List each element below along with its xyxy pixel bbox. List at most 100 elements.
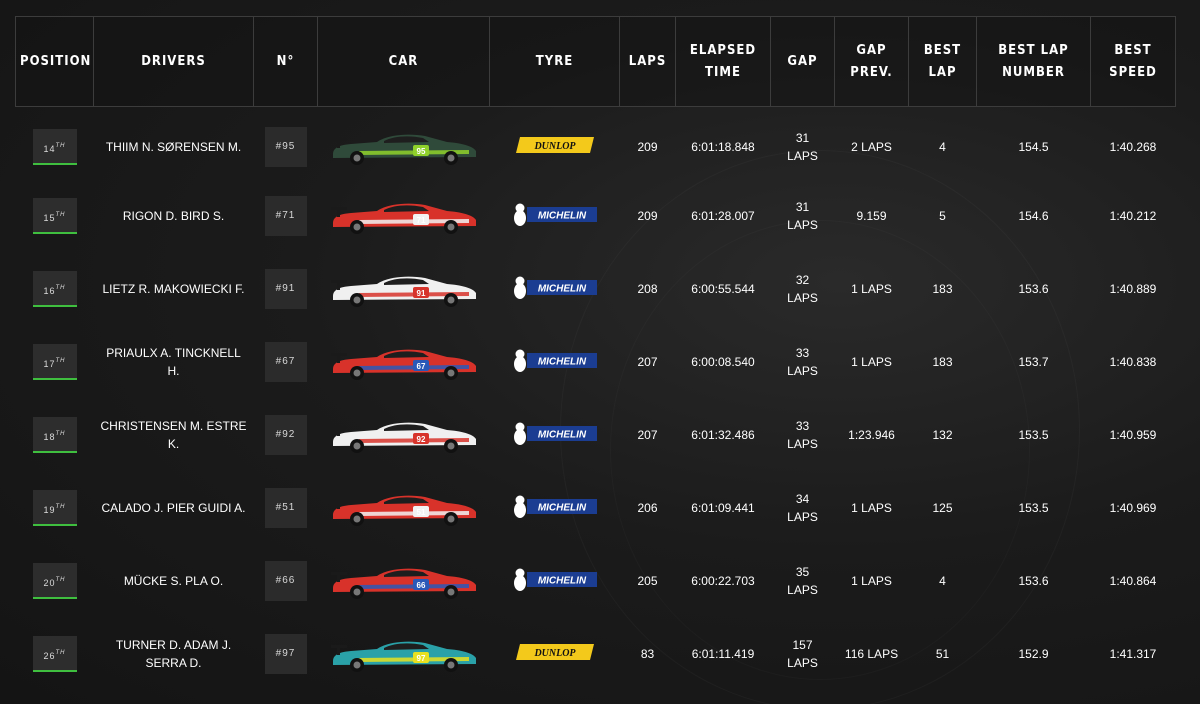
car-cell: 92 (318, 399, 490, 472)
best-lap-cell: 125 (932, 501, 953, 515)
svg-text:DUNLOP: DUNLOP (533, 648, 576, 659)
best-lap-number-cell: 154.6 (1018, 209, 1049, 223)
best-speed-cell: 1:40.969 (1109, 501, 1157, 515)
svg-text:MICHELIN: MICHELIN (537, 283, 586, 294)
position-badge: 19TH (32, 490, 77, 526)
gap-prev-cell: 1 LAPS (851, 501, 892, 515)
best-lap-number-cell: 153.7 (1018, 355, 1049, 369)
table-row[interactable]: 18TH CHRISTENSEN M. ESTRE K. #92 92 MICHELIN… (16, 399, 1176, 472)
best-lap-number-cell: 154.5 (1018, 140, 1049, 155)
table-row[interactable]: 26TH TURNER D. ADAM J. SERRA D. #97 97 DUNLO… (16, 618, 1176, 691)
car-cell: 91 (318, 253, 490, 326)
table-row[interactable]: 17TH PRIAULX A. TINCKNELL H. #67 67 MICHELIN… (16, 326, 1176, 399)
michelin-logo-icon: MICHELIN (513, 276, 597, 299)
header-gap-prev[interactable]: GAP PREV. (834, 16, 909, 107)
header-laps[interactable]: LAPS (619, 16, 676, 107)
best-lap-cell: 5 (939, 209, 946, 223)
svg-text:67: 67 (416, 362, 425, 371)
number-cell: #95 (254, 107, 318, 180)
tyre-cell: MICHELIN (490, 472, 620, 545)
header-number[interactable]: N° (253, 16, 318, 107)
best-speed-cell: 1:41.317 (1109, 647, 1157, 661)
position-badge: 18TH (32, 417, 77, 453)
tyre-cell: MICHELIN (490, 399, 620, 472)
dunlop-logo-icon: DUNLOP (515, 643, 594, 660)
car-livery-icon: 66 (330, 568, 476, 599)
car-livery-icon: 51 (330, 495, 476, 526)
elapsed-time-cell: 6:01:18.848 (691, 140, 755, 155)
best-speed-cell: 1:40.268 (1109, 140, 1157, 155)
position-badge: 16TH (32, 271, 77, 307)
gap-prev-cell: 116 LAPS (844, 647, 899, 661)
svg-text:95: 95 (416, 147, 425, 156)
position-cell: 16TH (16, 253, 94, 326)
car-number-badge: #95 (264, 127, 307, 168)
car-number-badge: #91 (264, 269, 307, 309)
tyre-cell: MICHELIN (490, 180, 620, 253)
michelin-logo-icon: MICHELIN (513, 568, 597, 591)
table-row[interactable]: 19TH CALADO J. PIER GUIDI A. #51 51 MICHELIN… (16, 472, 1176, 545)
best-lap-number-cell: 153.5 (1018, 428, 1049, 442)
svg-text:DUNLOP: DUNLOP (533, 141, 576, 152)
svg-text:MICHELIN: MICHELIN (537, 429, 586, 440)
table-row[interactable]: 15TH RIGON D. BIRD S. #71 71 MICHELIN 209 6:01… (16, 180, 1176, 253)
michelin-logo-icon: MICHELIN (513, 349, 597, 372)
best-lap-cell: 132 (932, 428, 953, 442)
gap-cell: 31 LAPS (787, 200, 818, 232)
header-elapsed-time[interactable]: ELAPSED TIME (675, 16, 771, 107)
laps-cell: 205 (637, 574, 658, 588)
elapsed-time-cell: 6:01:28.007 (691, 209, 755, 223)
position-badge: 17TH (32, 344, 77, 380)
elapsed-time-cell: 6:00:22.703 (691, 574, 755, 588)
svg-text:MICHELIN: MICHELIN (537, 210, 586, 221)
best-speed-cell: 1:40.889 (1109, 282, 1157, 296)
car-number-badge: #97 (264, 634, 307, 674)
drivers-cell: MÜCKE S. PLA O. (123, 574, 224, 588)
table-row[interactable]: 14TH THIIM N. SØRENSEN M. #95 95 DUNLOP 209 6:… (16, 107, 1176, 180)
header-best-speed[interactable]: BEST SPEED (1090, 16, 1176, 107)
best-lap-number-cell: 153.6 (1018, 574, 1049, 588)
best-lap-cell: 183 (932, 282, 953, 296)
header-tyre[interactable]: TYRE (489, 16, 620, 107)
position-cell: 14TH (16, 107, 94, 180)
laps-cell: 209 (637, 140, 658, 155)
number-cell: #67 (254, 326, 318, 399)
header-gap[interactable]: GAP (770, 16, 835, 107)
table-row[interactable]: 20TH MÜCKE S. PLA O. #66 66 MICHELIN 205 6:00:… (16, 545, 1176, 618)
header-car[interactable]: CAR (317, 16, 490, 107)
gap-cell: 35 LAPS (787, 565, 818, 597)
table-row[interactable]: 16TH LIETZ R. MAKOWIECKI F. #91 91 MICHELIN 2… (16, 253, 1176, 326)
svg-text:97: 97 (416, 654, 425, 663)
best-speed-cell: 1:40.959 (1109, 428, 1157, 442)
position-badge: 26TH (32, 636, 77, 672)
svg-text:51: 51 (416, 508, 425, 517)
car-number-badge: #66 (264, 561, 307, 601)
number-cell: #91 (254, 253, 318, 326)
table-header-row: POSITION DRIVERS N° CAR TYRE LAPS ELAPSE… (15, 16, 1176, 107)
gap-prev-cell: 1 LAPS (851, 282, 892, 296)
tyre-cell: MICHELIN (490, 326, 620, 399)
header-best-lap[interactable]: BEST LAP (908, 16, 977, 107)
gap-prev-cell: 1 LAPS (851, 574, 892, 588)
position-badge: 15TH (32, 198, 77, 234)
gap-prev-cell: 1:23.946 (848, 428, 895, 442)
gap-cell: 157 LAPS (787, 638, 818, 670)
position-cell: 18TH (16, 399, 94, 472)
laps-cell: 83 (640, 647, 655, 661)
number-cell: #92 (254, 399, 318, 472)
tyre-cell: DUNLOP (490, 618, 620, 691)
car-livery-icon: 67 (330, 349, 476, 380)
gap-cell: 33 LAPS (787, 419, 818, 451)
car-cell: 66 (318, 545, 490, 618)
position-cell: 15TH (16, 180, 94, 253)
header-drivers[interactable]: DRIVERS (93, 16, 254, 107)
header-position[interactable]: POSITION (15, 16, 94, 107)
drivers-cell: CHRISTENSEN M. ESTRE K. (100, 419, 247, 451)
position-badge: 20TH (32, 563, 77, 599)
laps-cell: 206 (637, 501, 658, 515)
laps-cell: 207 (637, 428, 658, 442)
car-cell: 71 (318, 180, 490, 253)
car-number-badge: #51 (264, 488, 307, 528)
header-best-lap-number[interactable]: BEST LAP NUMBER (976, 16, 1091, 107)
results-table: POSITION DRIVERS N° CAR TYRE LAPS ELAPSE… (15, 16, 1176, 691)
